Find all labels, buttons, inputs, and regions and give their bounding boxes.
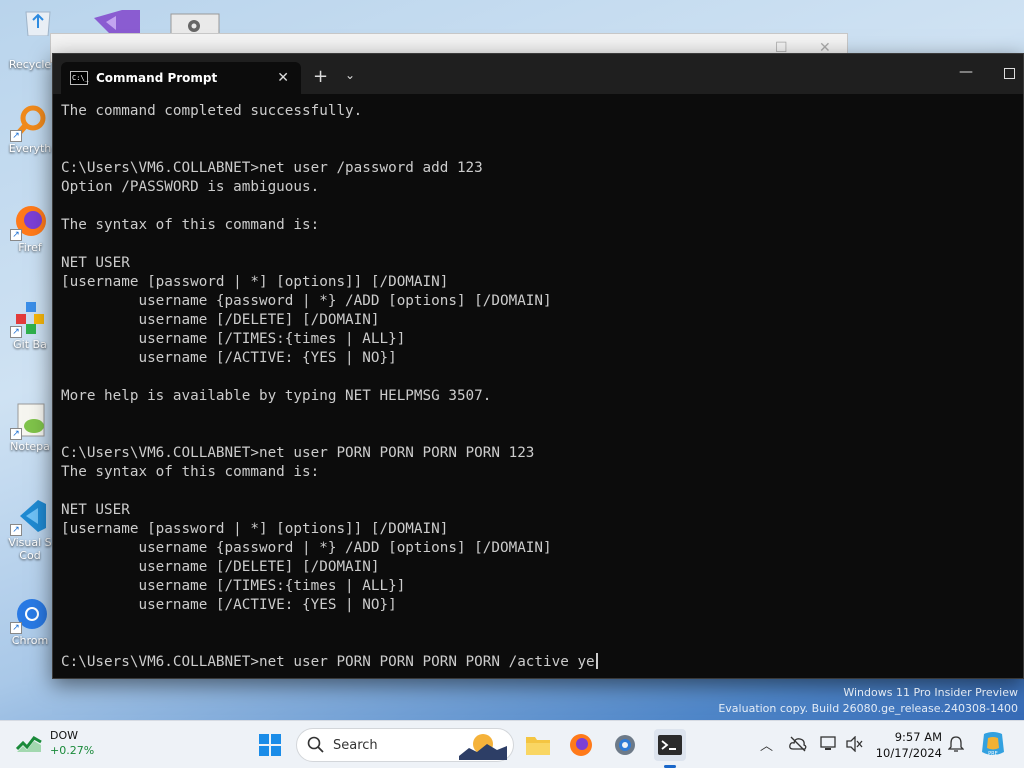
desktop-icon-everything[interactable]: ↗ Everyth <box>6 104 54 155</box>
search-icon <box>307 736 324 753</box>
search-highlight-icon <box>459 734 507 760</box>
widget-ticker: DOW <box>50 729 79 742</box>
console-line: C:\Users\VM6.COLLABNET>net user /passwor… <box>61 160 483 176</box>
clock-time: 9:57 AM <box>894 730 942 744</box>
terminal-icon <box>658 735 682 755</box>
console-line: username [/DELETE] [/DOMAIN] <box>61 559 380 575</box>
console-line: username [/TIMES:{times | ALL}] <box>61 578 406 594</box>
console-line: The command completed successfully. <box>61 103 363 119</box>
firefox-icon: ↗ <box>10 203 48 241</box>
taskbar: DOW +0.27% Search ︿ 9:57 AM 10/17/2024 P… <box>0 720 1024 768</box>
taskbar-settings[interactable] <box>609 729 641 761</box>
console-line: username [/ACTIVE: {YES | NO}] <box>61 350 397 366</box>
console-line: username [/TIMES:{times | ALL}] <box>61 331 406 347</box>
desktop-icon-label: Chrom <box>11 634 49 647</box>
everything-search-icon: ↗ <box>10 104 48 142</box>
desktop-icon-label: Firef <box>18 241 42 254</box>
minimize-icon[interactable]: — <box>959 64 973 80</box>
console-line: C:\Users\VM6.COLLABNET>net user PORN POR… <box>61 445 535 461</box>
taskbar-firefox[interactable] <box>565 729 597 761</box>
bell-icon[interactable] <box>948 735 964 753</box>
console-line: username [/DELETE] [/DOMAIN] <box>61 312 380 328</box>
firefox-icon <box>570 734 592 756</box>
cmd-icon: C:\_ <box>70 71 89 85</box>
console-line: Option /PASSWORD is ambiguous. <box>61 179 320 195</box>
desktop-icon-label-2: Cod <box>19 549 41 562</box>
git-bash-icon: ↗ <box>10 300 48 338</box>
visual-studio-top <box>92 10 142 36</box>
console-line: [username [password | *] [options]] [/DO… <box>61 521 449 537</box>
recycle-bin-top <box>20 10 56 37</box>
desktop-icon-label: Git Ba <box>13 338 47 351</box>
search-label: Search <box>333 737 378 753</box>
tab-title: Command Prompt <box>96 71 218 85</box>
console-line: The syntax of this command is: <box>61 464 320 480</box>
desktop-icon-git-bash[interactable]: ↗ Git Ba <box>6 300 54 351</box>
console-line: More help is available by typing NET HEL… <box>61 388 492 404</box>
console-prompt-line[interactable]: C:\Users\VM6.COLLABNET>net user PORN POR… <box>61 653 1011 672</box>
console-line: [username [password | *] [options]] [/DO… <box>61 274 449 290</box>
watermark-build: Evaluation copy. Build 26080.ge_release.… <box>718 702 1018 715</box>
desktop-icon-firefox[interactable]: ↗ Firef <box>6 203 54 254</box>
copilot-icon[interactable]: PRE <box>980 730 1006 758</box>
taskbar-search[interactable]: Search <box>296 728 514 762</box>
desktop-icon-label: Notepa <box>10 440 50 453</box>
maximize-icon[interactable] <box>1004 68 1015 79</box>
desktop-icon-label: Everyth <box>8 142 52 155</box>
console-output[interactable]: The command completed successfully. C:\U… <box>61 102 1011 672</box>
desktop-icon-label: Visual S <box>8 536 52 549</box>
chevron-up-icon[interactable]: ︿ <box>760 735 773 754</box>
console-line: NET USER <box>61 255 130 271</box>
stock-chart-icon <box>16 736 42 752</box>
network-icon[interactable] <box>820 736 838 752</box>
taskbar-terminal[interactable] <box>654 729 686 761</box>
volume-muted-icon[interactable] <box>846 736 864 752</box>
settings-shortcut-top <box>170 10 220 37</box>
chrome-icon: ↗ <box>10 596 48 634</box>
watermark-edition: Windows 11 Pro Insider Preview <box>843 686 1018 699</box>
vscode-icon: ↗ <box>10 498 48 536</box>
desktop-icon-chrome[interactable]: ↗ Chrom <box>6 596 54 647</box>
desktop-icon-recycle[interactable]: Recycle <box>6 58 54 71</box>
notepad-plus-plus-icon: ↗ <box>10 402 48 440</box>
console-line: username [/ACTIVE: {YES | NO}] <box>61 597 397 613</box>
gear-icon <box>615 735 635 755</box>
clock-date: 10/17/2024 <box>875 746 942 760</box>
taskbar-file-explorer[interactable] <box>522 729 554 761</box>
folder-icon <box>526 737 550 755</box>
console-line: username {password | *} /ADD [options] [… <box>61 293 552 309</box>
text-cursor <box>595 653 598 669</box>
terminal-window[interactable]: C:\_ Command Prompt ✕ + ⌄ — The command … <box>52 53 1024 679</box>
cloud-offline-icon[interactable] <box>789 736 807 752</box>
console-line: NET USER <box>61 502 130 518</box>
stock-widget[interactable]: DOW +0.27% <box>16 728 94 758</box>
system-clock[interactable]: 9:57 AM 10/17/2024 <box>872 729 942 761</box>
svg-text:PRE: PRE <box>988 751 998 757</box>
start-button[interactable] <box>254 729 286 761</box>
desktop-icon-notepadpp[interactable]: ↗ Notepa <box>6 402 54 453</box>
prompt-text: C:\Users\VM6.COLLABNET>net user PORN POR… <box>61 654 595 670</box>
tab-command-prompt[interactable]: C:\_ Command Prompt ✕ <box>61 62 301 94</box>
console-line: The syntax of this command is: <box>61 217 320 233</box>
widget-change: +0.27% <box>50 744 95 757</box>
console-line: username {password | *} /ADD [options] [… <box>61 540 552 556</box>
new-tab-icon[interactable]: + <box>313 66 328 87</box>
chevron-down-icon[interactable]: ⌄ <box>345 68 355 82</box>
desktop-icon-label: Recycle <box>8 58 52 71</box>
close-tab-icon[interactable]: ✕ <box>277 70 289 86</box>
windows-logo-icon <box>259 734 281 756</box>
terminal-tab-bar: C:\_ Command Prompt ✕ + ⌄ — <box>53 54 1023 94</box>
desktop-icon-vscode[interactable]: ↗ Visual S Cod <box>6 498 54 562</box>
